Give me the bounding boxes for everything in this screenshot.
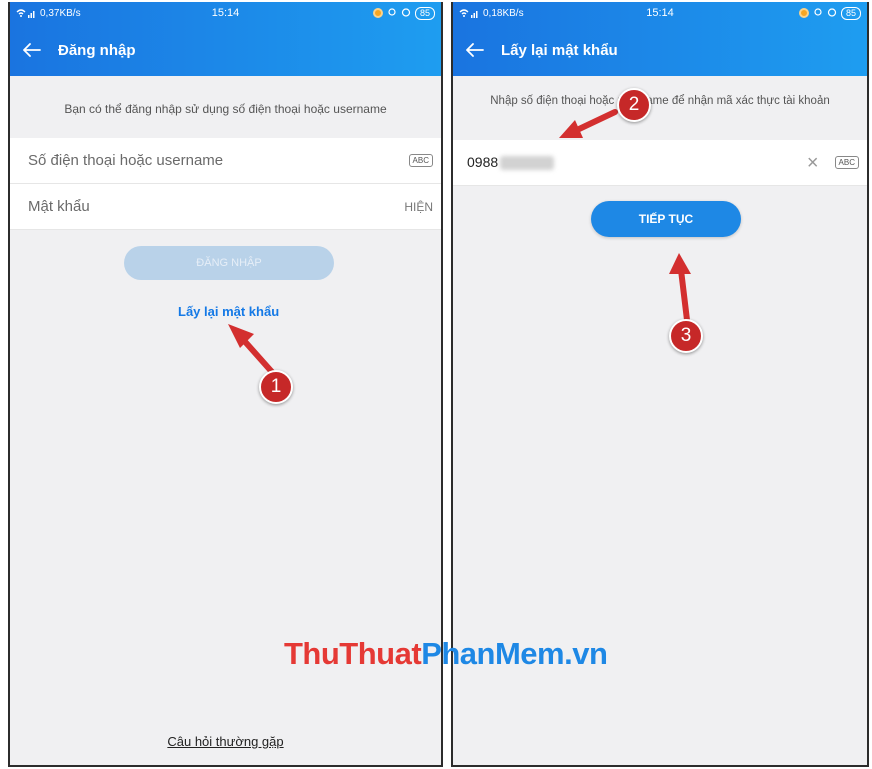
faq-link[interactable]: Câu hỏi thường gặp <box>10 734 441 749</box>
watermark-part-2: PhanMem.vn <box>421 636 608 671</box>
watermark: ThuThuatPhanMem.vn <box>284 636 608 672</box>
watermark-part-1: ThuThuat <box>284 636 422 671</box>
step-badge-2: 2 <box>617 88 651 122</box>
step-badge-3: 3 <box>669 319 703 353</box>
step-badge-1: 1 <box>259 370 293 404</box>
